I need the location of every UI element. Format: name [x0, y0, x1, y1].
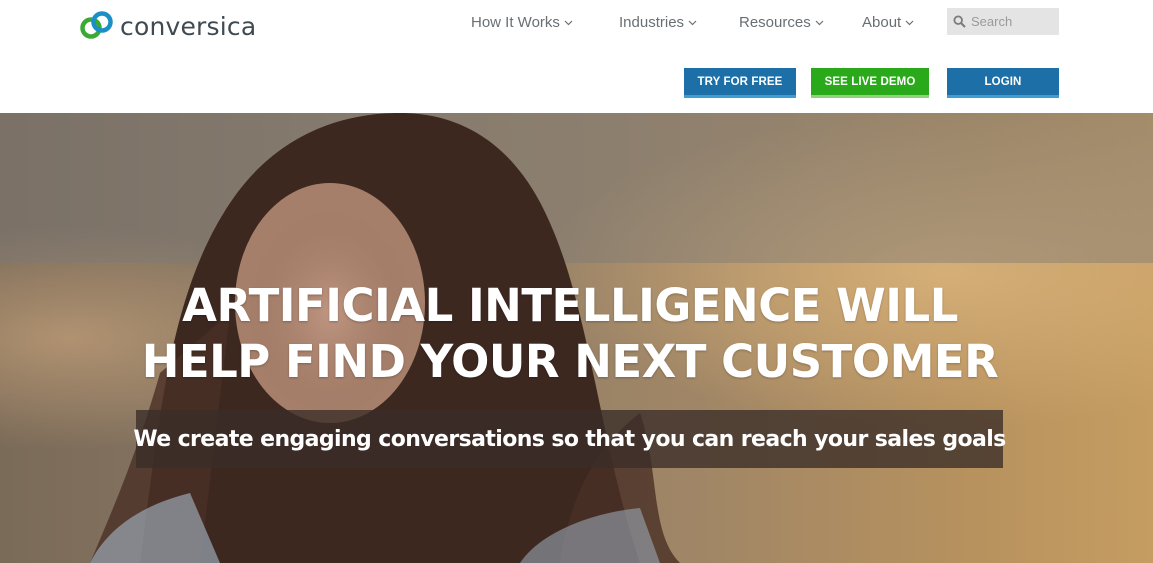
headline-line-2: HELP FIND YOUR NEXT CUSTOMER: [141, 335, 999, 388]
conversica-logo-icon: [80, 11, 113, 39]
nav-how-it-works[interactable]: How It Works: [471, 14, 573, 31]
see-live-demo-button[interactable]: SEE LIVE DEMO: [811, 68, 929, 98]
chevron-down-icon: [815, 20, 824, 26]
headline-line-1: ARTIFICIAL INTELLIGENCE WILL: [182, 279, 958, 332]
nav-industries[interactable]: Industries: [619, 14, 697, 31]
login-button[interactable]: LOGIN: [947, 68, 1059, 98]
nav-label: Resources: [739, 14, 811, 31]
conversica-logo[interactable]: conversica: [80, 10, 256, 42]
chevron-down-icon: [688, 20, 697, 26]
site-header: conversica How It Works Industries Resou…: [0, 0, 1153, 113]
try-for-free-button[interactable]: TRY FOR FREE: [684, 68, 796, 98]
chevron-down-icon: [564, 20, 573, 26]
nav-label: About: [862, 14, 902, 31]
nav-about[interactable]: About: [862, 14, 914, 31]
hero-subheadline-bar: We create engaging conversations so that…: [133, 410, 1006, 468]
nav-label: Industries: [619, 14, 685, 31]
hero-subheadline: We create engaging conversations so that…: [133, 426, 1006, 452]
hero-section: ARTIFICIAL INTELLIGENCE WILL HELP FIND Y…: [0, 113, 1153, 563]
hero-headline: ARTIFICIAL INTELLIGENCE WILL HELP FIND Y…: [0, 278, 1140, 390]
chevron-down-icon: [905, 20, 914, 26]
brand-name: conversica: [120, 11, 257, 41]
search-icon: [953, 15, 966, 28]
nav-resources[interactable]: Resources: [739, 14, 824, 31]
search-box[interactable]: [947, 8, 1059, 35]
nav-label: How It Works: [471, 14, 560, 31]
search-input[interactable]: [971, 14, 1057, 29]
